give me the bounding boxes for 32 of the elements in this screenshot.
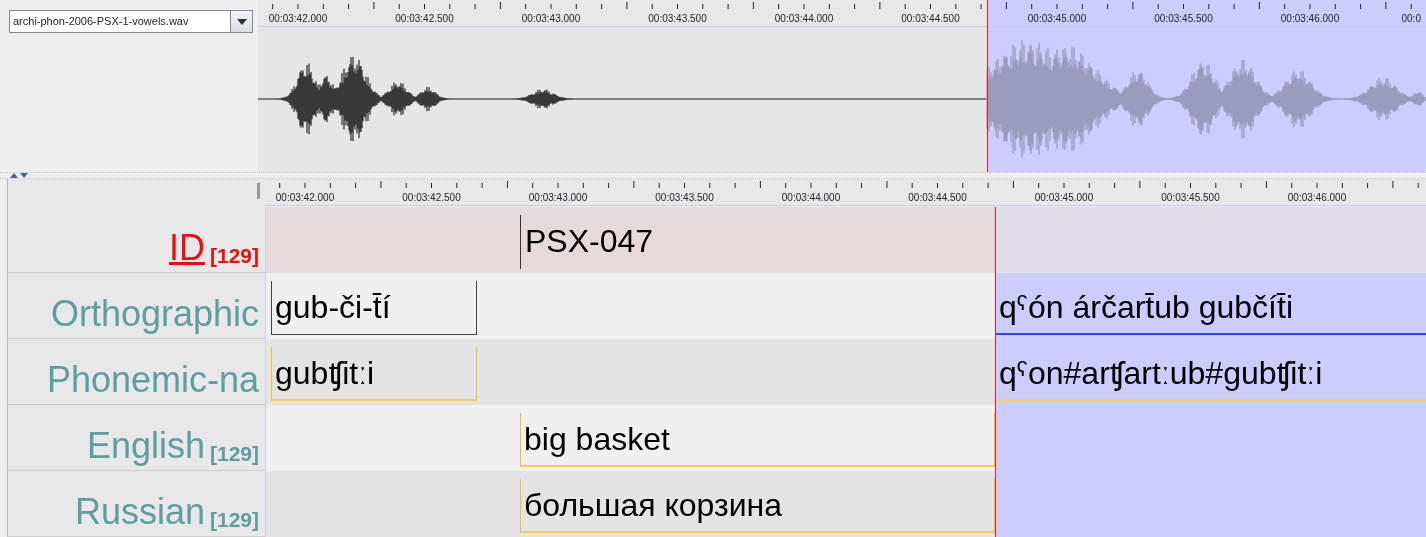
up-arrow-icon[interactable] xyxy=(10,173,18,178)
time-label: 00:03:43.500 xyxy=(648,12,707,26)
time-label: 00:03:42.500 xyxy=(395,12,454,26)
annotation-count: [129] xyxy=(209,443,259,464)
time-label: 00:03:45.000 xyxy=(1027,12,1087,26)
time-label: 00:03:42.000 xyxy=(275,191,335,205)
annotation[interactable]: big basket xyxy=(520,413,995,467)
time-label: 00:03:43.000 xyxy=(521,12,581,26)
time-label: 00:03:46.000 xyxy=(1287,191,1347,205)
time-label: 00:03:43.000 xyxy=(528,191,588,205)
time-label: 00:03:45.500 xyxy=(1154,12,1213,26)
resize-handle[interactable] xyxy=(257,183,260,199)
annotation-count: [129] xyxy=(209,509,259,530)
down-arrow-icon[interactable] xyxy=(20,173,28,178)
time-label: 00:03:45.000 xyxy=(1034,191,1094,205)
time-label: 00:03:42.000 xyxy=(268,12,328,26)
annotation[interactable]: gub-či-t̄í xyxy=(271,281,477,335)
time-label: 00:03:44.000 xyxy=(774,12,834,26)
time-label: 00:03:43.500 xyxy=(655,191,714,205)
annotation[interactable]: большая корзина xyxy=(520,479,995,533)
time-label: 00:03:45.500 xyxy=(1161,191,1220,205)
annotation-count: [129] xyxy=(209,245,259,266)
annotation[interactable]: gubʧitːi xyxy=(271,347,477,401)
caret-icon xyxy=(236,18,247,25)
time-label: 00:03:44.000 xyxy=(781,191,841,205)
time-label: 00:03:44.500 xyxy=(901,12,960,26)
time-label: 00:03:44.500 xyxy=(908,191,967,205)
tier-name[interactable]: ID xyxy=(168,230,205,266)
time-label: 00:03:46.000 xyxy=(1280,12,1340,26)
time-label: 00:03:42.500 xyxy=(402,191,461,205)
time-label: 00:0 xyxy=(1401,12,1421,26)
media-file-dropdown[interactable]: archi-phon-2006-PSX-1-vowels.wav xyxy=(9,10,253,33)
